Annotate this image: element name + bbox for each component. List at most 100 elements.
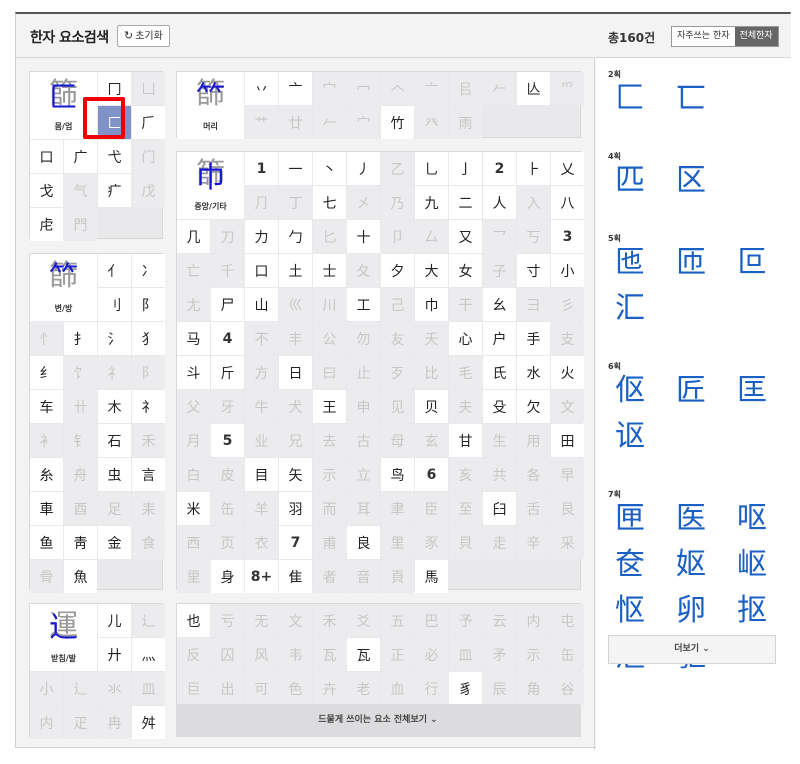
element-cell[interactable]: 言: [132, 458, 165, 491]
result-character[interactable]: 奁: [610, 545, 650, 585]
element-cell[interactable]: 王: [313, 390, 346, 423]
element-cell[interactable]: 良: [347, 526, 380, 559]
element-cell[interactable]: 木: [98, 390, 131, 423]
element-cell[interactable]: 大: [415, 254, 448, 287]
result-character[interactable]: 岖: [732, 545, 772, 585]
result-character[interactable]: 怄: [610, 591, 650, 631]
element-cell[interactable]: 弋: [98, 140, 131, 173]
result-character[interactable]: 匹: [610, 161, 650, 201]
element-cell[interactable]: 馬: [415, 560, 448, 593]
element-cell[interactable]: 鱼: [30, 526, 63, 559]
element-cell[interactable]: 扌: [64, 322, 97, 355]
element-cell[interactable]: 丷: [245, 72, 278, 105]
element-cell[interactable]: 氵: [98, 322, 131, 355]
show-rare-elements-button[interactable]: 드물게 쓰이는 요소 전체보기 ⌄: [176, 704, 580, 737]
element-cell[interactable]: 甘: [449, 424, 482, 457]
element-cell[interactable]: 八: [551, 186, 584, 219]
element-cell[interactable]: 礻: [132, 390, 165, 423]
element-cell[interactable]: 车: [30, 390, 63, 423]
element-cell[interactable]: 几: [177, 220, 210, 253]
element-cell[interactable]: 丶: [313, 152, 346, 185]
element-cell[interactable]: 石: [98, 424, 131, 457]
element-cell[interactable]: 欠: [517, 390, 550, 423]
element-cell[interactable]: 殳: [483, 390, 516, 423]
element-cell[interactable]: 斤: [211, 356, 244, 389]
element-cell[interactable]: 羽: [279, 492, 312, 525]
element-cell[interactable]: 十: [347, 220, 380, 253]
element-cell[interactable]: 目: [245, 458, 278, 491]
element-cell[interactable]: 一: [279, 152, 312, 185]
result-character[interactable]: 医: [671, 499, 711, 539]
element-cell[interactable]: 亻: [98, 254, 131, 287]
result-character[interactable]: 匜: [610, 243, 650, 283]
element-cell[interactable]: 疒: [98, 174, 131, 207]
element-cell[interactable]: ⺊: [517, 152, 550, 185]
result-character[interactable]: 匝: [671, 243, 711, 283]
tab-frequent[interactable]: 자주쓰는 한자: [672, 27, 735, 46]
element-cell[interactable]: 土: [279, 254, 312, 287]
result-character[interactable]: 匡: [732, 371, 772, 411]
element-cell[interactable]: 魚: [64, 560, 97, 593]
element-cell[interactable]: 斗: [177, 356, 210, 389]
element-cell[interactable]: 廾: [98, 638, 131, 671]
result-character[interactable]: 匣: [610, 499, 650, 539]
element-cell[interactable]: 亅: [449, 152, 482, 185]
element-cell[interactable]: 虍: [30, 208, 63, 241]
element-cell[interactable]: 糸: [30, 458, 63, 491]
element-cell[interactable]: 手: [517, 322, 550, 355]
result-character[interactable]: 呕: [732, 499, 772, 539]
element-cell[interactable]: 靑: [64, 526, 97, 559]
element-cell[interactable]: ⻖: [132, 288, 165, 321]
result-character[interactable]: 妪: [671, 545, 711, 585]
element-cell[interactable]: 马: [177, 322, 210, 355]
tab-all[interactable]: 전체한자: [734, 27, 778, 46]
element-cell[interactable]: 田: [551, 424, 584, 457]
element-cell[interactable]: 也: [177, 604, 210, 637]
element-cell[interactable]: 人: [483, 186, 516, 219]
element-cell[interactable]: 口: [245, 254, 278, 287]
result-character[interactable]: 匠: [671, 371, 711, 411]
element-cell[interactable]: 幺: [483, 288, 516, 321]
element-cell[interactable]: 鸟: [381, 458, 414, 491]
element-cell[interactable]: 火: [551, 356, 584, 389]
element-cell[interactable]: 舛: [132, 706, 165, 739]
element-cell[interactable]: 身: [211, 560, 244, 593]
element-cell[interactable]: 尸: [211, 288, 244, 321]
element-cell[interactable]: 广: [64, 140, 97, 173]
element-cell[interactable]: 水: [517, 356, 550, 389]
element-cell[interactable]: 工: [347, 288, 380, 321]
element-cell[interactable]: 虫: [98, 458, 131, 491]
result-character[interactable]: 讴: [610, 417, 650, 457]
element-cell[interactable]: 豸: [449, 672, 482, 705]
result-character[interactable]: 匚: [610, 79, 650, 119]
element-cell[interactable]: 夕: [381, 254, 414, 287]
element-cell[interactable]: 灬: [132, 638, 165, 671]
element-cell[interactable]: 女: [449, 254, 482, 287]
element-cell[interactable]: 纟: [30, 356, 63, 389]
element-cell[interactable]: 犭: [132, 322, 165, 355]
element-cell[interactable]: 米: [177, 492, 210, 525]
result-character[interactable]: 叵: [732, 243, 772, 283]
element-cell[interactable]: 金: [98, 526, 131, 559]
element-cell[interactable]: 心: [449, 322, 482, 355]
element-cell[interactable]: 巾: [415, 288, 448, 321]
element-cell[interactable]: 户: [483, 322, 516, 355]
element-cell[interactable]: 寸: [517, 254, 550, 287]
element-cell[interactable]: 𠂆: [132, 106, 165, 139]
element-cell[interactable]: 小: [551, 254, 584, 287]
element-cell[interactable]: 丿: [347, 152, 380, 185]
element-cell[interactable]: 又: [449, 220, 482, 253]
element-cell[interactable]: 瓦: [347, 638, 380, 671]
element-cell[interactable]: 贝: [415, 390, 448, 423]
element-cell[interactable]: 氏: [483, 356, 516, 389]
element-cell[interactable]: 隹: [279, 560, 312, 593]
result-character[interactable]: 区: [671, 161, 711, 201]
element-cell[interactable]: 儿: [98, 604, 131, 637]
element-cell[interactable]: 冫: [132, 254, 165, 287]
element-cell[interactable]: 車: [30, 492, 63, 525]
element-cell[interactable]: 乚: [415, 152, 448, 185]
result-character[interactable]: 抠: [732, 591, 772, 631]
element-cell[interactable]: 亠: [279, 72, 312, 105]
result-character[interactable]: 卵: [671, 591, 711, 631]
more-results-button[interactable]: 더보기 ⌄: [608, 635, 776, 664]
